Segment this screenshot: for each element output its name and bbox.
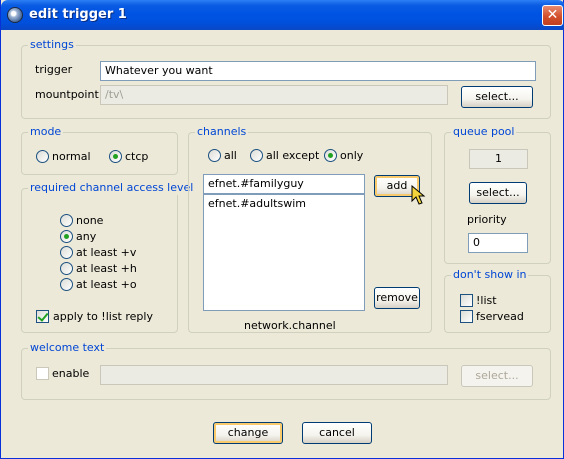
mountpoint-input: /tv\	[100, 85, 448, 105]
mountpoint-label: mountpoint	[35, 88, 99, 101]
access-any-radio[interactable]	[60, 230, 73, 243]
queue-pool-value: 1	[469, 149, 528, 169]
remove-channel-button[interactable]: remove	[374, 287, 420, 309]
dont-show-list-label[interactable]: !list	[476, 294, 497, 308]
access-none-radio[interactable]	[60, 214, 73, 227]
welcome-text-group: welcome text enable select...	[21, 341, 551, 400]
access-halfop-radio[interactable]	[60, 262, 73, 275]
settings-group: settings trigger Whatever you want mount…	[21, 38, 551, 119]
cancel-button[interactable]: cancel	[302, 422, 372, 444]
mode-normal-label[interactable]: normal	[52, 150, 91, 164]
channels-all-label[interactable]: all	[224, 149, 237, 163]
trigger-input[interactable]: Whatever you want	[100, 61, 536, 81]
mouse-pointer-icon	[411, 185, 426, 205]
access-level-group: required channel access level none any a…	[21, 181, 196, 333]
dialog-window: edit trigger 1 ✕ settings trigger Whatev…	[0, 0, 564, 459]
dont-show-fservead-label[interactable]: fservead	[476, 310, 524, 324]
access-voice-label[interactable]: at least +v	[76, 246, 136, 260]
mode-ctcp-label[interactable]: ctcp	[125, 150, 148, 164]
mountpoint-select-button[interactable]: select...	[461, 86, 533, 108]
channels-all-radio[interactable]	[208, 149, 221, 162]
list-item[interactable]: efnet.#adultswim	[204, 195, 364, 213]
channel-entry-input[interactable]: efnet.#familyguy	[203, 174, 365, 194]
app-icon	[7, 7, 23, 23]
mode-ctcp-radio[interactable]	[109, 150, 122, 163]
access-any-label[interactable]: any	[76, 230, 96, 244]
access-op-label[interactable]: at least +o	[76, 278, 137, 292]
channel-list[interactable]: efnet.#adultswim	[203, 194, 365, 311]
change-button[interactable]: change	[213, 422, 283, 444]
access-none-label[interactable]: none	[76, 214, 103, 228]
settings-legend: settings	[28, 38, 76, 52]
channels-all-except-radio[interactable]	[250, 149, 263, 162]
channels-only-radio[interactable]	[324, 149, 337, 162]
access-level-legend: required channel access level	[28, 181, 196, 195]
dont-show-list-checkbox[interactable]	[460, 294, 473, 307]
priority-input[interactable]: 0	[468, 233, 528, 253]
welcome-select-button: select...	[461, 365, 533, 387]
window-title: edit trigger 1	[29, 7, 127, 22]
dont-show-fservead-checkbox[interactable]	[460, 310, 473, 323]
dont-show-group: don't show in !list fservead	[444, 268, 551, 333]
channels-legend: channels	[195, 125, 249, 139]
channels-all-except-label[interactable]: all except	[266, 149, 319, 163]
welcome-text-legend: welcome text	[28, 341, 107, 355]
access-halfop-label[interactable]: at least +h	[76, 262, 137, 276]
channels-group: channels all all except only efnet.#fami…	[188, 125, 432, 333]
welcome-enable-checkbox[interactable]	[36, 367, 49, 380]
access-voice-radio[interactable]	[60, 246, 73, 259]
channels-only-label[interactable]: only	[340, 149, 363, 163]
mode-normal-radio[interactable]	[36, 150, 49, 163]
mode-group: mode normal ctcp	[21, 125, 178, 175]
dont-show-legend: don't show in	[451, 268, 529, 282]
queue-pool-group: queue pool 1 select... priority 0	[444, 125, 551, 264]
close-button[interactable]: ✕	[542, 5, 563, 26]
channel-format-hint: network.channel	[244, 319, 336, 332]
mode-legend: mode	[28, 125, 64, 139]
trigger-label: trigger	[35, 63, 73, 76]
apply-list-reply-label[interactable]: apply to !list reply	[53, 310, 153, 324]
priority-label: priority	[467, 213, 507, 226]
queue-pool-select-button[interactable]: select...	[469, 182, 527, 204]
welcome-text-input	[100, 365, 448, 385]
queue-pool-legend: queue pool	[451, 125, 517, 139]
title-bar[interactable]: edit trigger 1 ✕	[1, 0, 564, 30]
access-op-radio[interactable]	[60, 278, 73, 291]
welcome-enable-label[interactable]: enable	[52, 367, 89, 381]
apply-list-reply-checkbox[interactable]	[36, 310, 49, 323]
